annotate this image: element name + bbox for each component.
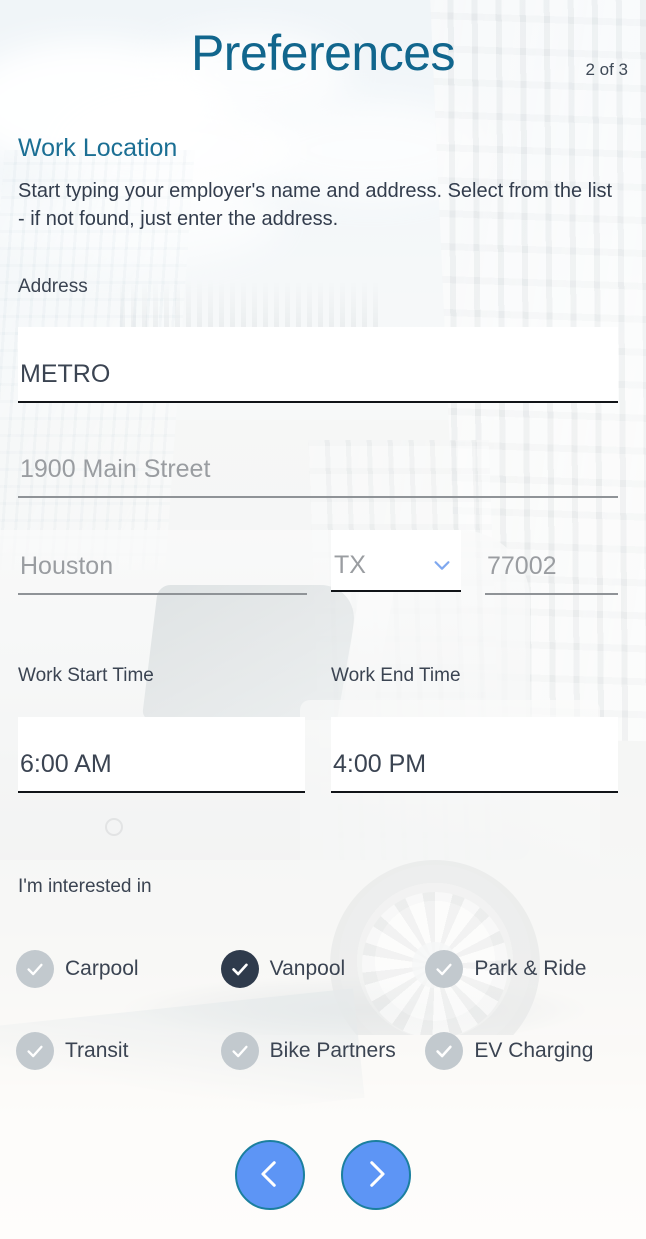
next-step-button[interactable]	[341, 1140, 411, 1210]
section-heading: Work Location	[18, 134, 178, 162]
section-description: Start typing your employer's name and ad…	[18, 180, 613, 230]
interest-option-vanpool[interactable]: Vanpool	[220, 928, 426, 1010]
wizard-navigation	[0, 1140, 646, 1210]
start-time-label: Work Start Time	[18, 665, 154, 686]
street-input[interactable]: 1900 Main Street	[18, 440, 618, 498]
interest-label: Transit	[65, 1039, 129, 1062]
page-title: Preferences	[190, 25, 456, 81]
interest-label: Park & Ride	[474, 957, 587, 980]
preferences-screen: Preferences 2 of 3 Work Location Start t…	[0, 0, 646, 1239]
interest-label: Vanpool	[269, 957, 346, 980]
step-counter: 2 of 3	[585, 60, 628, 79]
interest-option-park-and-ride[interactable]: Park & Ride	[425, 928, 630, 1010]
interest-option-bike-partners[interactable]: Bike Partners	[220, 1010, 426, 1092]
check-circle-icon	[16, 950, 54, 988]
interests-row: Transit Bike Partners EV Charging	[16, 1010, 630, 1092]
end-time-input[interactable]: 4:00 PM	[331, 717, 618, 793]
address-input[interactable]: METRO	[18, 327, 618, 403]
state-select[interactable]: TX	[331, 530, 461, 592]
check-circle-icon	[425, 1032, 464, 1070]
interests-row: Carpool Vanpool Park & Ride	[16, 928, 630, 1010]
interest-label: Bike Partners	[269, 1039, 396, 1062]
start-time-input[interactable]: 6:00 AM	[18, 717, 305, 793]
chevron-down-icon	[431, 554, 453, 576]
chevron-left-icon	[253, 1157, 287, 1194]
interest-label: Carpool	[65, 957, 139, 980]
check-circle-icon	[220, 1032, 259, 1070]
address-label: Address	[18, 276, 88, 297]
page-content: Preferences 2 of 3 Work Location Start t…	[0, 0, 646, 1239]
interests-label: I'm interested in	[18, 876, 152, 897]
interest-option-carpool[interactable]: Carpool	[16, 928, 221, 1010]
previous-step-button[interactable]	[235, 1140, 305, 1210]
interest-option-ev-charging[interactable]: EV Charging	[425, 1010, 630, 1092]
chevron-right-icon	[359, 1157, 393, 1194]
check-circle-icon	[425, 950, 464, 988]
state-select-value: TX	[334, 551, 366, 579]
interest-option-transit[interactable]: Transit	[16, 1010, 221, 1092]
check-circle-icon	[220, 950, 259, 988]
interest-label: EV Charging	[474, 1039, 594, 1062]
interests-checkbox-grid: Carpool Vanpool Park & Ride Transit Bike…	[16, 928, 630, 1092]
zip-input[interactable]: 77002	[485, 537, 618, 595]
city-input[interactable]: Houston	[18, 537, 307, 595]
end-time-label: Work End Time	[331, 665, 461, 686]
check-circle-icon	[16, 1032, 54, 1070]
